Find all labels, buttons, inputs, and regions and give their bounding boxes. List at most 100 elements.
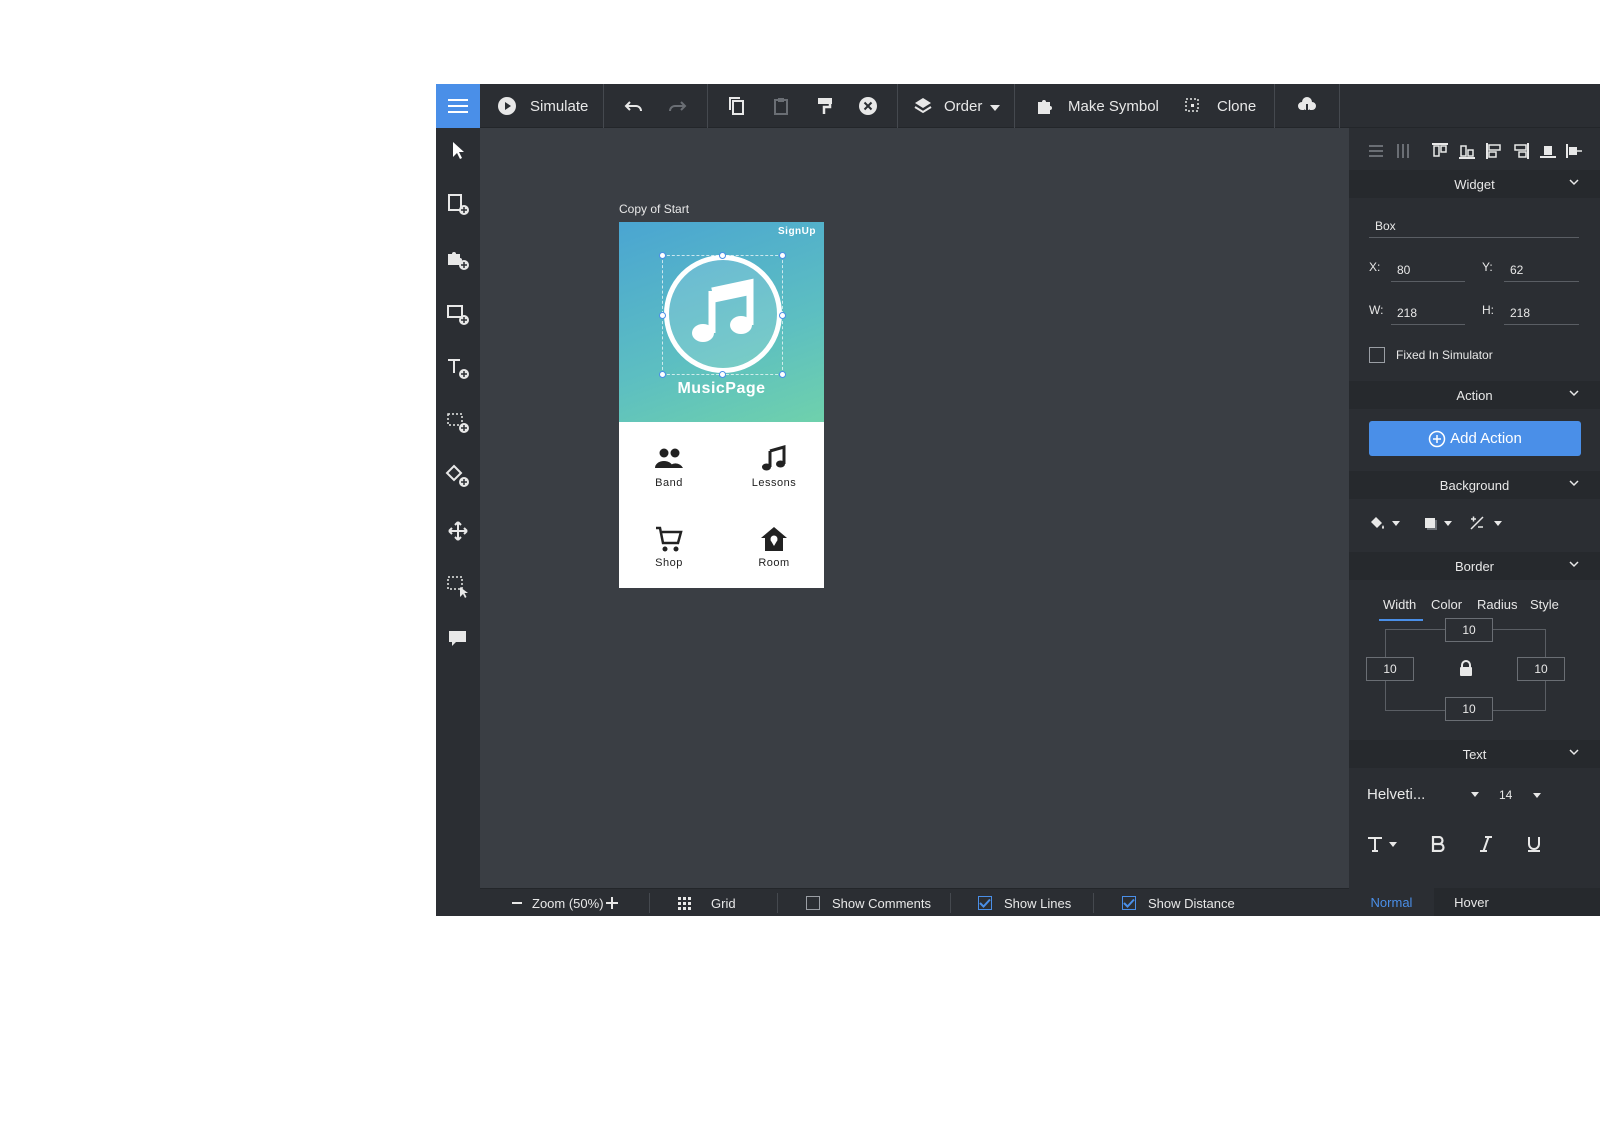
text-section-header[interactable]: Text <box>1349 740 1600 768</box>
font-family-dropdown[interactable]: Helveti... <box>1367 786 1479 803</box>
design-canvas[interactable]: Copy of Start SignUp MusicPage Band Less… <box>480 128 1393 916</box>
border-top-input[interactable]: 10 <box>1445 618 1493 642</box>
phone-header[interactable]: SignUp MusicPage <box>619 222 824 422</box>
cloud-save-button[interactable] <box>1296 84 1318 128</box>
make-symbol-button[interactable]: Make Symbol <box>1034 84 1159 128</box>
zoom-out-button[interactable] <box>512 889 522 916</box>
italic-icon[interactable] <box>1479 836 1493 852</box>
align-top-icon[interactable] <box>1431 142 1449 160</box>
add-hotspot-tool[interactable] <box>436 400 480 444</box>
clone-button[interactable]: Clone <box>1183 84 1256 128</box>
font-size-dropdown[interactable]: 14 <box>1499 788 1541 802</box>
add-action-button[interactable]: Add Action <box>1369 421 1581 456</box>
menu-item-lessons[interactable]: Lessons <box>724 426 824 506</box>
format-painter-button[interactable] <box>814 84 836 128</box>
menu-item-shop[interactable]: Shop <box>619 506 719 586</box>
resize-handle[interactable] <box>779 312 786 319</box>
state-tabs: Normal Hover <box>1349 888 1600 916</box>
show-lines-label: Show Lines <box>1004 895 1072 911</box>
y-input[interactable]: 62 <box>1504 258 1579 282</box>
widget-name-input[interactable]: Box <box>1369 214 1579 238</box>
distribute-horizontal-icon[interactable] <box>1367 142 1385 160</box>
resize-handle[interactable] <box>719 371 726 378</box>
comment-icon <box>449 631 466 646</box>
copy-button[interactable] <box>726 84 748 128</box>
paste-button[interactable] <box>770 84 792 128</box>
add-text-tool[interactable] <box>436 346 480 390</box>
app-name[interactable]: MusicPage <box>619 380 824 398</box>
order-dropdown[interactable]: Order <box>912 84 1001 128</box>
move-tool[interactable] <box>436 509 480 553</box>
show-lines-checkbox[interactable]: Show Lines <box>978 889 1071 916</box>
menu-item-label: Lessons <box>751 476 797 489</box>
align-center-icon[interactable] <box>1539 142 1557 160</box>
add-screen-tool[interactable] <box>436 182 480 226</box>
align-bottom-icon[interactable] <box>1458 142 1476 160</box>
bar-divider <box>649 893 650 913</box>
select-tool[interactable] <box>436 128 480 172</box>
resize-handle[interactable] <box>659 312 666 319</box>
width-input[interactable]: 218 <box>1391 301 1465 325</box>
x-input[interactable]: 80 <box>1391 258 1465 282</box>
zoom-in-button[interactable] <box>606 889 618 916</box>
resize-handle[interactable] <box>659 252 666 259</box>
add-shape-tool[interactable] <box>436 292 480 336</box>
underline-icon[interactable] <box>1527 836 1541 852</box>
menu-button[interactable] <box>436 84 480 128</box>
resize-handle[interactable] <box>659 371 666 378</box>
widget-section-header[interactable]: Widget <box>1349 170 1600 198</box>
text-type-dropdown[interactable] <box>1367 836 1397 852</box>
delete-button[interactable] <box>857 84 879 128</box>
plus-icon <box>606 897 618 909</box>
background-section-header[interactable]: Background <box>1349 471 1600 499</box>
signup-link[interactable]: SignUp <box>778 226 816 237</box>
border-bottom-input[interactable]: 10 <box>1445 697 1493 721</box>
tab-width[interactable]: Width <box>1379 597 1423 621</box>
align-middle-icon[interactable] <box>1565 142 1583 160</box>
section-title: Action <box>1456 387 1493 403</box>
resize-handle[interactable] <box>719 252 726 259</box>
section-title: Widget <box>1454 176 1495 192</box>
resize-handle[interactable] <box>779 371 786 378</box>
checkmark-icon <box>979 898 991 908</box>
show-comments-checkbox[interactable]: Show Comments <box>806 889 931 916</box>
border-right-input[interactable]: 10 <box>1517 657 1565 681</box>
add-fill-tool[interactable] <box>436 454 480 498</box>
y-label: Y: <box>1482 260 1493 274</box>
comment-tool[interactable] <box>436 617 480 661</box>
add-component-tool[interactable] <box>436 237 480 281</box>
close-circle-icon <box>857 95 879 117</box>
fill-color-dropdown[interactable] <box>1368 514 1400 532</box>
menu-item-room[interactable]: Room <box>724 506 824 586</box>
distribute-vertical-icon[interactable] <box>1394 142 1412 160</box>
undo-button[interactable] <box>623 84 645 128</box>
simulate-button[interactable]: Simulate <box>496 84 588 128</box>
resize-handle[interactable] <box>779 252 786 259</box>
bold-icon[interactable] <box>1431 836 1445 852</box>
plus-circle-icon <box>1428 430 1446 447</box>
align-right-icon[interactable] <box>1512 142 1530 160</box>
caret-down-icon <box>1471 792 1479 797</box>
frame-title[interactable]: Copy of Start <box>619 202 689 216</box>
height-input[interactable]: 218 <box>1504 301 1579 325</box>
tab-style[interactable]: Style <box>1530 597 1559 612</box>
show-distance-checkbox[interactable]: Show Distance <box>1122 889 1235 916</box>
marquee-select-tool[interactable] <box>436 564 480 608</box>
redo-button[interactable] <box>666 84 688 128</box>
phone-frame[interactable]: SignUp MusicPage Band Lessons Shop Room <box>619 222 824 588</box>
state-tab-hover[interactable]: Hover <box>1434 888 1509 916</box>
lock-icon[interactable] <box>1459 660 1473 676</box>
state-tab-normal[interactable]: Normal <box>1349 888 1434 916</box>
tab-color[interactable]: Color <box>1431 597 1462 612</box>
tab-radius[interactable]: Radius <box>1477 597 1517 612</box>
grid-toggle[interactable]: Grid <box>678 889 736 916</box>
border-section-header[interactable]: Border <box>1349 552 1600 580</box>
opacity-dropdown[interactable] <box>1468 514 1502 532</box>
fixed-in-simulator-checkbox[interactable] <box>1369 347 1385 363</box>
align-left-icon[interactable] <box>1485 142 1503 160</box>
action-section-header[interactable]: Action <box>1349 381 1600 409</box>
menu-item-band[interactable]: Band <box>619 426 719 506</box>
show-comments-label: Show Comments <box>832 895 931 911</box>
border-left-input[interactable]: 10 <box>1366 657 1414 681</box>
shadow-dropdown[interactable] <box>1422 514 1452 532</box>
